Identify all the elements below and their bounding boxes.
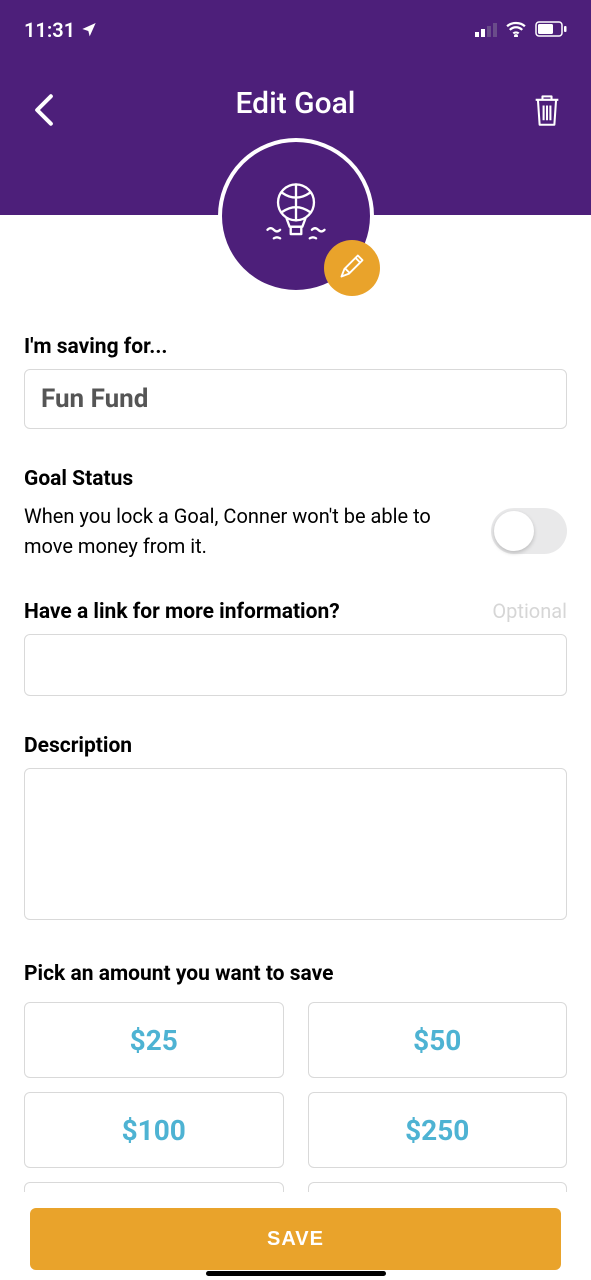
amount-option[interactable]: $25 — [24, 1002, 284, 1078]
form-content: I'm saving for... Goal Status When you l… — [0, 215, 591, 1194]
cell-signal-icon — [475, 18, 497, 42]
delete-button[interactable] — [527, 90, 567, 130]
status-bar: 11:31 — [0, 0, 591, 60]
page-title: Edit Goal — [0, 86, 591, 121]
description-section: Description — [24, 734, 567, 924]
description-label: Description — [24, 734, 567, 758]
description-input[interactable] — [24, 768, 567, 920]
lock-toggle[interactable] — [491, 508, 567, 554]
location-arrow-icon — [81, 18, 97, 42]
battery-icon — [535, 18, 567, 42]
status-time: 11:31 — [24, 18, 75, 42]
goal-avatar-container — [218, 138, 374, 294]
amount-option[interactable]: $100 — [24, 1092, 284, 1168]
wifi-icon — [505, 18, 527, 42]
link-optional: Optional — [492, 599, 567, 623]
amount-label: Pick an amount you want to save — [24, 962, 567, 986]
save-bar: SAVE — [0, 1192, 591, 1280]
amount-section: Pick an amount you want to save $25 $50 … — [24, 962, 567, 1194]
toggle-knob — [494, 511, 534, 551]
balloon-icon — [259, 177, 333, 255]
goal-status-label: Goal Status — [24, 467, 567, 491]
save-button[interactable]: SAVE — [30, 1208, 561, 1270]
amount-option[interactable]: $50 — [308, 1002, 568, 1078]
saving-for-input[interactable] — [24, 369, 567, 429]
edit-avatar-button[interactable] — [324, 240, 380, 296]
home-indicator — [206, 1271, 386, 1276]
back-button[interactable] — [24, 90, 64, 130]
link-label: Have a link for more information? — [24, 600, 340, 624]
amount-option[interactable]: $250 — [308, 1092, 568, 1168]
link-input[interactable] — [24, 634, 567, 696]
goal-avatar — [218, 138, 374, 294]
goal-status-section: Goal Status When you lock a Goal, Conner… — [24, 467, 567, 561]
saving-for-label: I'm saving for... — [24, 335, 567, 359]
goal-status-desc: When you lock a Goal, Conner won't be ab… — [24, 501, 471, 561]
saving-for-section: I'm saving for... — [24, 335, 567, 429]
link-section: Have a link for more information? Option… — [24, 599, 567, 696]
pencil-icon — [338, 252, 366, 284]
